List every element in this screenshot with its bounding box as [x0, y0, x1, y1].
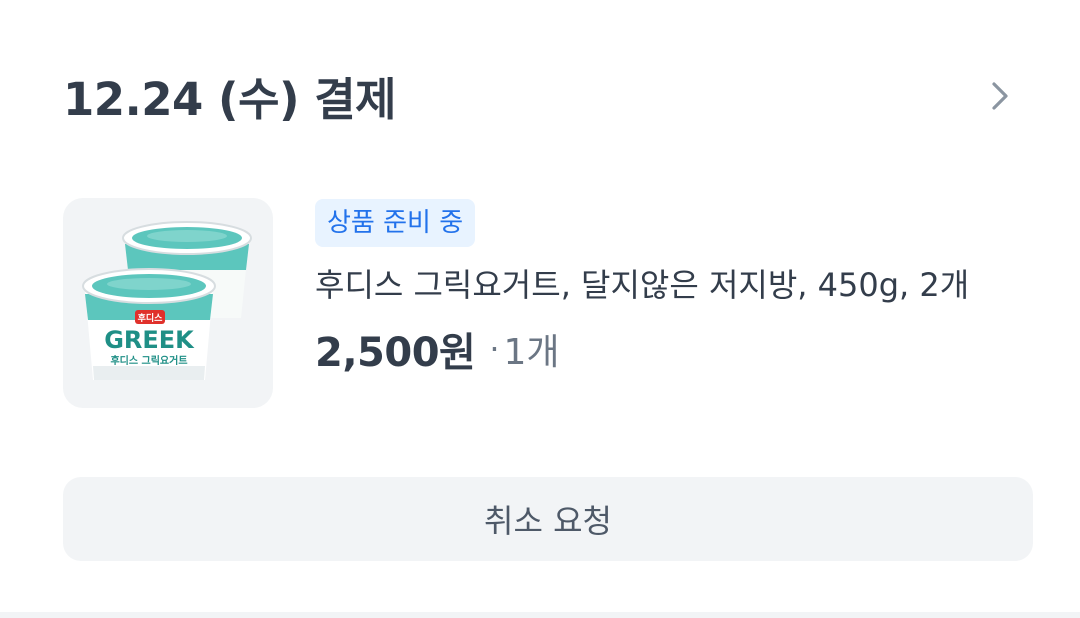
order-date-title: 12.24 (수) 결제: [63, 73, 397, 126]
product-sub-label: 후디스 그릭요거트: [110, 354, 187, 367]
separator-dot: ·: [489, 330, 500, 368]
yogurt-tubs-image: 후디스 GREEK 후디스 그릭요거트: [82, 221, 252, 380]
cancel-request-button[interactable]: 취소 요청: [63, 477, 1033, 561]
product-image[interactable]: 후디스 GREEK 후디스 그릭요거트: [63, 198, 273, 408]
product-quantity: 1개: [503, 332, 560, 373]
product-name[interactable]: 후디스 그릭요거트, 달지않은 저지방, 450g, 2개: [315, 261, 1045, 309]
section-divider: [0, 612, 1080, 618]
chevron-right-icon[interactable]: [980, 76, 1020, 116]
product-price: 2,500원: [315, 330, 476, 376]
price-row: 2,500원 · 1개: [315, 319, 1045, 379]
order-header[interactable]: 12.24 (수) 결제: [63, 70, 1040, 130]
product-label: GREEK: [104, 326, 195, 354]
product-info: 상품 준비 중 후디스 그릭요거트, 달지않은 저지방, 450g, 2개 2,…: [315, 199, 1045, 379]
front-tub: 후디스 GREEK 후디스 그릭요거트: [82, 268, 216, 380]
order-card: 12.24 (수) 결제 후디스 GREEK 후디스 그릭요거트 상품 준비 중…: [0, 0, 1080, 612]
status-badge: 상품 준비 중: [315, 199, 476, 247]
brand-label: 후디스: [138, 312, 164, 324]
